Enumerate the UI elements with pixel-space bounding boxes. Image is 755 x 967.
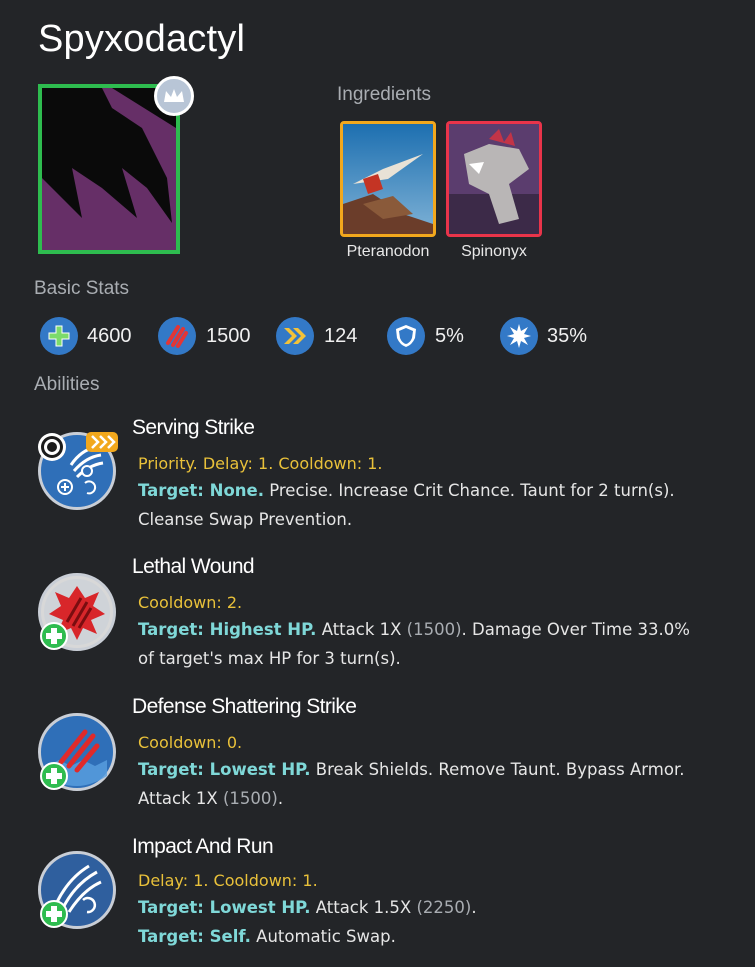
ability-damage: (1500) [406, 620, 462, 639]
ability-text: of target's max HP for 3 turn(s). [138, 649, 401, 668]
ingredients-label: Ingredients [337, 84, 432, 105]
damage-icon [158, 317, 196, 355]
ability-text: Break Shields. Remove Taunt. Bypass Armo… [310, 760, 685, 779]
ability-description: Target: Lowest HP. Break Shields. Remove… [138, 755, 684, 813]
ability-damage: (2250) [416, 898, 472, 917]
ingredient-card-spinonyx[interactable] [446, 121, 542, 237]
crown-icon [154, 76, 194, 116]
ability-text: Attack 1X [138, 789, 223, 808]
ability-text: Attack 1.5X [310, 898, 417, 917]
ability-text: Attack 1X [316, 620, 407, 639]
ability-damage: (1500) [222, 789, 278, 808]
crit-value: 35% [547, 325, 588, 347]
ability-description: Target: Lowest HP. Attack 1.5X (2250). T… [138, 893, 477, 951]
ability-name: Lethal Wound [132, 555, 255, 578]
ability-description: Target: None. Precise. Increase Crit Cha… [138, 476, 675, 534]
ability-description: Target: Highest HP. Attack 1X (1500). Da… [138, 615, 690, 673]
green-plus-icon [40, 900, 68, 928]
target-icon [38, 433, 66, 461]
crit-icon [500, 317, 538, 355]
ability-meta: Cooldown: 0. [138, 733, 243, 752]
ability-text: Automatic Swap. [250, 927, 396, 946]
page-title: Spyxodactyl [38, 18, 246, 60]
damage-value: 1500 [206, 325, 251, 347]
ability-name: Defense Shattering Strike [132, 695, 357, 718]
green-plus-icon [40, 762, 68, 790]
ability-text: Precise. Increase Crit Chance. Taunt for… [263, 481, 675, 500]
health-value: 4600 [87, 325, 132, 347]
speed-icon [276, 317, 314, 355]
ingredient-label-pteranodon: Pteranodon [346, 243, 430, 260]
ability-meta: Delay: 1. Cooldown: 1. [138, 871, 318, 890]
armor-icon [387, 317, 425, 355]
ability-target: Target: Self. [138, 927, 251, 946]
ability-target: Target: Highest HP. [138, 620, 317, 639]
ability-text: . [471, 898, 477, 917]
ability-name: Serving Strike [132, 416, 255, 439]
priority-icon [86, 432, 118, 456]
abilities-label: Abilities [34, 374, 100, 395]
ability-text: . Damage Over Time 33.0% [461, 620, 690, 639]
ability-target: Target: Lowest HP. [138, 760, 311, 779]
ability-text: Cleanse Swap Prevention. [138, 510, 353, 529]
ingredient-label-spinonyx: Spinonyx [461, 243, 527, 260]
ability-meta: Cooldown: 2. [138, 593, 243, 612]
ability-text: . [277, 789, 284, 808]
ability-name: Impact And Run [132, 835, 274, 858]
ingredient-card-pteranodon[interactable] [340, 121, 436, 237]
armor-value: 5% [435, 325, 464, 347]
green-plus-icon [40, 622, 68, 650]
ability-target: Target: None. [138, 481, 264, 500]
speed-value: 124 [324, 325, 358, 347]
health-icon [40, 317, 78, 355]
basic-stats-label: Basic Stats [34, 278, 130, 299]
ability-target: Target: Lowest HP. [138, 898, 311, 917]
ability-meta: Priority. Delay: 1. Cooldown: 1. [138, 454, 383, 473]
